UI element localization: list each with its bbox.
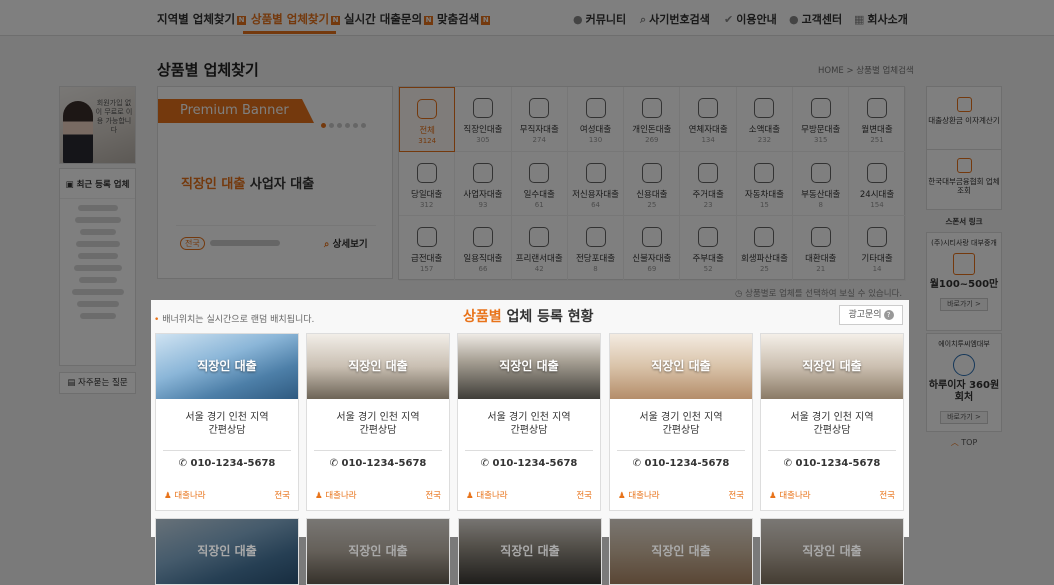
card-image: 직장인 대출 [156, 334, 298, 399]
region-label: 전국 [425, 491, 441, 501]
card-title: 직장인 대출 [499, 359, 559, 373]
loan-card[interactable]: 직장인 대출서울 경기 인천 지역 간편상담 ✆ 010-1234-5678 ♟ 대출… [306, 333, 450, 511]
card-title: 직장인 대출 [651, 544, 711, 558]
loan-card[interactable]: 직장인 대출서울 경기 인천 지역 간편상담 ✆ 010-1234-5678 ♟ 대출… [609, 333, 753, 511]
loan-card-next-row[interactable]: 직장인 대출 [306, 518, 450, 585]
card-footer: ♟ 대출나라 전국 [315, 489, 441, 501]
card-footer: ♟ 대출나라 전국 [618, 489, 744, 501]
loan-card[interactable]: 직장인 대출서울 경기 인천 지역 간편상담 ✆ 010-1234-5678 ♟ 대출… [457, 333, 601, 511]
card-phone[interactable]: ✆ 010-1234-5678 [761, 458, 903, 469]
company-name: 대출나라 [476, 491, 508, 501]
help-icon: ? [883, 310, 894, 320]
card-title: 직장인 대출 [500, 544, 560, 558]
company-name: 대출나라 [779, 491, 811, 501]
loan-card[interactable]: 직장인 대출서울 경기 인천 지역 간편상담 ✆ 010-1234-5678 ♟ 대출… [760, 333, 904, 511]
region-label: 전국 [728, 491, 744, 501]
card-footer: ♟ 대출나라 전국 [164, 489, 290, 501]
phone-icon: ✆ [783, 458, 793, 469]
region-label: 전국 [576, 491, 592, 501]
card-phone[interactable]: ✆ 010-1234-5678 [156, 458, 298, 469]
region-label: 전국 [274, 491, 290, 501]
divider [163, 450, 291, 451]
phone-icon: ✆ [178, 458, 188, 469]
card-footer: ♟ 대출나라 전국 [769, 489, 895, 501]
person-icon: ♟ [769, 491, 777, 501]
modal-title: 상품별 업체 등록 현황 [463, 309, 594, 325]
loan-card-next-row[interactable]: 직장인 대출 [155, 518, 299, 585]
card-description: 서울 경기 인천 지역 간편상담 [487, 412, 571, 436]
company-name: 대출나라 [628, 491, 660, 501]
card-title: 직장인 대출 [651, 359, 711, 373]
card-image: 직장인 대출 [458, 334, 600, 399]
person-icon: ♟ [315, 491, 323, 501]
card-description: 서울 경기 인천 지역 간편상담 [336, 412, 420, 436]
card-phone[interactable]: ✆ 010-1234-5678 [610, 458, 752, 469]
modal-note: • 배너위치는 실시간으로 랜덤 배치됩니다. [154, 315, 315, 325]
person-icon: ♟ [466, 491, 474, 501]
divider [768, 450, 896, 451]
region-label: 전국 [879, 491, 895, 501]
loan-card-next-row[interactable]: 직장인 대출 [760, 518, 904, 585]
phone-icon: ✆ [480, 458, 490, 469]
card-footer: ♟ 대출나라 전국 [466, 489, 592, 501]
card-image: 직장인 대출 [610, 334, 752, 399]
company-name: 대출나라 [174, 491, 206, 501]
loan-card[interactable]: 직장인 대출서울 경기 인천 지역 간편상담 ✆ 010-1234-5678 ♟ 대출… [155, 333, 299, 511]
card-title: 직장인 대출 [802, 544, 862, 558]
loan-card-next-row[interactable]: 직장인 대출 [609, 518, 753, 585]
divider [617, 450, 745, 451]
card-title: 직장인 대출 [348, 359, 408, 373]
card-title: 직장인 대출 [197, 544, 257, 558]
company-name: 대출나라 [325, 491, 357, 501]
card-title: 직장인 대출 [348, 544, 408, 558]
person-icon: ♟ [618, 491, 626, 501]
phone-icon: ✆ [632, 458, 642, 469]
phone-icon: ✆ [329, 458, 339, 469]
divider [465, 450, 593, 451]
card-title: 직장인 대출 [197, 359, 257, 373]
divider [314, 450, 442, 451]
person-icon: ♟ [164, 491, 172, 501]
loan-card-next-row[interactable]: 직장인 대출 [458, 518, 602, 585]
card-title: 직장인 대출 [802, 359, 862, 373]
card-phone[interactable]: ✆ 010-1234-5678 [307, 458, 449, 469]
registration-status-modal: • 배너위치는 실시간으로 랜덤 배치됩니다. 상품별 업체 등록 현황 광고문… [151, 300, 909, 537]
card-description: 서울 경기 인천 지역 간편상담 [639, 412, 723, 436]
card-phone[interactable]: ✆ 010-1234-5678 [458, 458, 600, 469]
card-image: 직장인 대출 [307, 334, 449, 399]
card-description: 서울 경기 인천 지역 간편상담 [185, 412, 269, 436]
card-image: 직장인 대출 [761, 334, 903, 399]
ad-inquiry-button[interactable]: 광고문의? [839, 305, 903, 325]
card-description: 서울 경기 인천 지역 간편상담 [790, 412, 874, 436]
